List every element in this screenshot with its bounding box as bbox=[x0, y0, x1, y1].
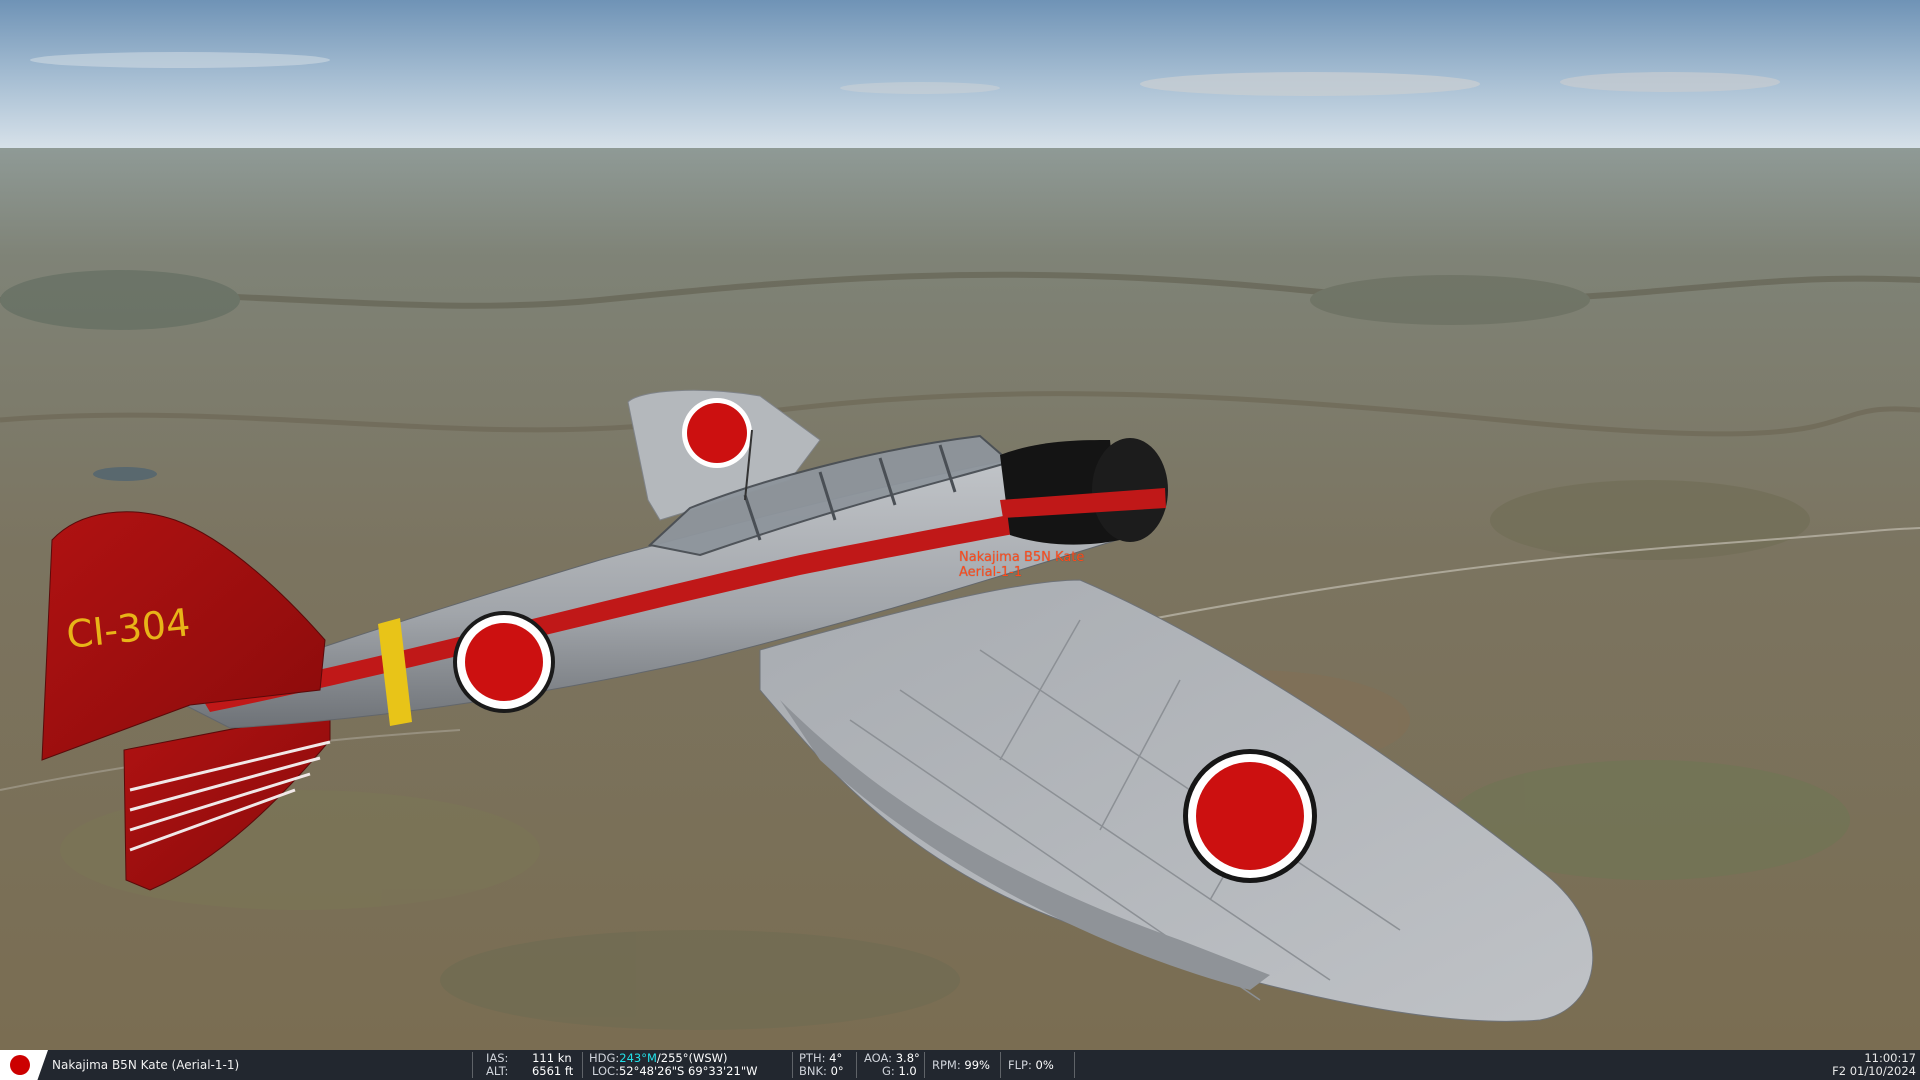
flaps-readout: FLP: 0% bbox=[1008, 1058, 1054, 1072]
divider bbox=[472, 1052, 473, 1078]
mission-date: F2 01/10/2024 bbox=[1832, 1064, 1916, 1078]
aircraft-label: Nakajima B5N Kate Aerial-1-1 bbox=[959, 550, 1084, 580]
rpm-readout: RPM: 99% bbox=[932, 1058, 990, 1072]
aircraft-label-name: Nakajima B5N Kate bbox=[959, 550, 1085, 565]
attitude-readout: PTH: 4° BNK: 0° bbox=[799, 1051, 844, 1078]
divider bbox=[924, 1052, 925, 1078]
cloud bbox=[1140, 72, 1480, 96]
near-wing-roundel-red bbox=[1196, 762, 1304, 870]
cloud bbox=[30, 52, 330, 68]
divider bbox=[1000, 1052, 1001, 1078]
status-bar: Nakajima B5N Kate (Aerial-1-1) IAS: 111 … bbox=[0, 1050, 1920, 1080]
heading-location-readout: HDG:243°M/255°(WSW) LOC:52°48'26"S 69°33… bbox=[589, 1051, 758, 1078]
unit-name: Nakajima B5N Kate (Aerial-1-1) bbox=[52, 1058, 240, 1072]
divider bbox=[856, 1052, 857, 1078]
fuselage-roundel-red bbox=[465, 623, 543, 701]
japan-flag-icon bbox=[0, 1050, 48, 1080]
speed-altitude-readout: IAS: 111 kn ALT: 6561 ft bbox=[486, 1051, 574, 1078]
aoa-g-readout: AOA: 3.8° G: 1.0 bbox=[864, 1051, 920, 1078]
game-viewport[interactable]: CI-304 bbox=[0, 0, 1920, 1080]
far-wing-roundel-red bbox=[687, 403, 747, 463]
cloud bbox=[840, 82, 1000, 94]
divider bbox=[792, 1052, 793, 1078]
cloud bbox=[1560, 72, 1780, 92]
divider bbox=[1074, 1052, 1075, 1078]
aircraft-label-group: Aerial-1-1 bbox=[959, 565, 1023, 580]
divider bbox=[582, 1052, 583, 1078]
mission-clock: 11:00:17 F2 01/10/2024 bbox=[1832, 1052, 1916, 1078]
